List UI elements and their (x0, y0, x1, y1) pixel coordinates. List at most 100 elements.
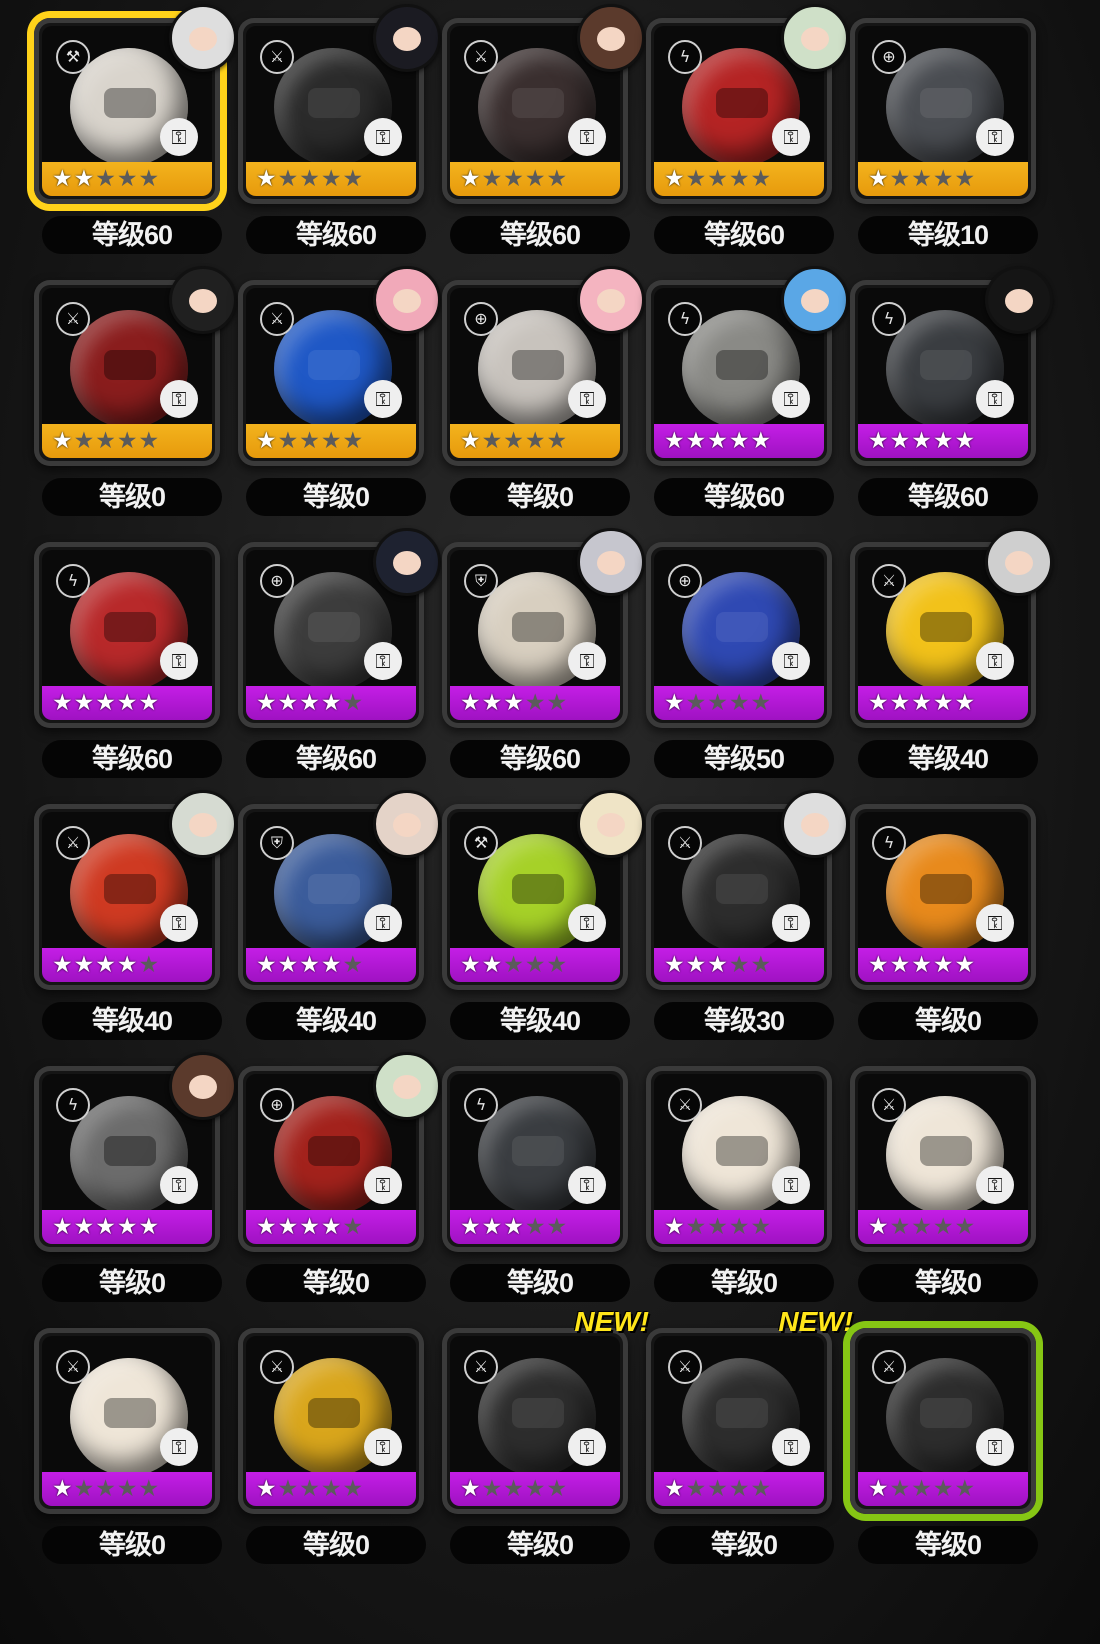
bangboo-card[interactable]: ★★★★★ ϟ ⚿ 等级60 (838, 266, 1053, 545)
crossed-swords-icon: ⚔ (872, 1088, 906, 1122)
bangboo-card[interactable]: ★★★★★ ⚔ ⚿ 等级60 (226, 4, 441, 283)
bangboo-card[interactable]: ★★★★★ ⚔ ⚿ 等级0 (226, 1318, 439, 1593)
bangboo-card[interactable]: ★★★★★ ⚔ ⚿ 等级0 (22, 1318, 235, 1593)
level-label: 等级0 (450, 1526, 630, 1564)
lock-icon: ⚿ (976, 1428, 1014, 1466)
star-filled-icon: ★ (52, 166, 74, 192)
card-frame[interactable]: ★★★★★ ⚔ ⚿ (442, 1328, 628, 1514)
bangboo-card[interactable]: ★★★★★ ϟ ⚿ 等级60 (634, 4, 849, 283)
bangboo-card[interactable]: ★★★★★ ϟ ⚿ 等级60 (22, 532, 235, 807)
card-frame[interactable]: ★★★★★ ⚔ ⚿ (646, 1066, 832, 1252)
star-empty-icon: ★ (524, 952, 547, 978)
bangboo-card[interactable]: ★★★★★ ⊕ ⚿ 等级0 (226, 1052, 441, 1331)
bangboo-card[interactable]: ★★★★★ ⚒ ⚿ 等级60 (22, 4, 237, 283)
bangboo-card[interactable]: ★★★★★ ⚔ ⚿ 等级0 (226, 266, 441, 545)
star-filled-icon: ★ (256, 1476, 278, 1502)
lock-icon: ⚿ (160, 1166, 198, 1204)
bangboo-card[interactable]: ★★★★★ ϟ ⚿ 等级0 (838, 794, 1051, 1069)
rarity-strip: ★★★★★ (858, 686, 1028, 720)
star-empty-icon: ★ (932, 1476, 955, 1502)
card-frame[interactable]: ★★★★★ ϟ ⚿ (34, 542, 220, 728)
bangboo-card[interactable]: ★★★★★ ⚔ ⚿ 等级60 (430, 4, 645, 283)
lock-icon: ⚿ (976, 904, 1014, 942)
crosshair-icon: ⊕ (668, 564, 702, 598)
star-empty-icon: ★ (954, 166, 977, 192)
level-label: 等级0 (42, 1526, 222, 1564)
bangboo-card[interactable]: ★★★★★ ⊕ ⚿ 等级60 (226, 528, 441, 807)
bangboo-card[interactable]: ★★★★★ ⚔ ⚿ 等级40 (838, 528, 1053, 807)
rarity-strip: ★★★★★ (246, 1210, 416, 1244)
rarity-strip: ★★★★★ (246, 424, 416, 458)
bangboo-card[interactable]: ★★★★★ ϟ ⚿ 等级60 (634, 266, 849, 545)
star-empty-icon: ★ (73, 1476, 96, 1502)
star-empty-icon: ★ (342, 428, 365, 454)
card-portrait: ★★★★★ ⊕ ⚿ (858, 26, 1028, 196)
rarity-strip: ★★★★★ (858, 162, 1028, 196)
bangboo-card[interactable]: ★★★★★ ⚔ ⚿ 等级0 (838, 1056, 1051, 1331)
star-empty-icon: ★ (299, 166, 321, 192)
star-filled-icon: ★ (52, 952, 74, 978)
bangboo-card[interactable]: ★★★★★ ⊕ ⚿ 等级50 (634, 532, 847, 807)
star-filled-icon: ★ (954, 690, 977, 716)
card-frame[interactable]: ★★★★★ ⊕ ⚿ (646, 542, 832, 728)
star-empty-icon: ★ (728, 690, 751, 716)
star-filled-icon: ★ (503, 1214, 525, 1240)
star-filled-icon: ★ (73, 166, 96, 192)
card-frame[interactable]: ★★★★★ ⚔ ⚿ (238, 1328, 424, 1514)
crossed-swords-icon: ⚔ (260, 302, 294, 336)
rarity-strip: ★★★★★ (450, 1472, 620, 1506)
level-label: 等级60 (654, 216, 834, 254)
crossed-swords-icon: ⚔ (56, 1350, 90, 1384)
level-label: 等级40 (246, 1002, 426, 1040)
bangboo-card[interactable]: ★★★★★ ⛨ ⚿ 等级60 (430, 528, 645, 807)
bangboo-card[interactable]: ★★★★★ ⚔ ⚿ 等级0 (838, 1318, 1051, 1593)
bangboo-card[interactable]: ★★★★★ ⚔ ⚿ 等级30 (634, 790, 849, 1069)
star-rating: ★★★★★ (460, 428, 568, 454)
star-filled-icon: ★ (868, 690, 890, 716)
card-frame[interactable]: ★★★★★ ϟ ⚿ (442, 1066, 628, 1252)
star-empty-icon: ★ (299, 1476, 321, 1502)
star-filled-icon: ★ (685, 428, 708, 454)
bangboo-card[interactable]: ★★★★★ ⊕ ⚿ 等级0 (430, 266, 645, 545)
star-rating: ★★★★★ (664, 952, 772, 978)
crosshair-icon: ⊕ (260, 564, 294, 598)
bangboo-card[interactable]: ★★★★★ ⚒ ⚿ 等级40 (430, 790, 645, 1069)
star-filled-icon: ★ (277, 1214, 300, 1240)
bangboo-card[interactable]: ★★★★★ ⚔ ⚿ NEW! 等级0 (430, 1306, 649, 1593)
bangboo-card[interactable]: ★★★★★ ⚔ ⚿ 等级0 (634, 1056, 847, 1331)
bangboo-card[interactable]: ★★★★★ ⚔ ⚿ NEW! 等级0 (634, 1306, 853, 1593)
level-label: 等级40 (42, 1002, 222, 1040)
star-filled-icon: ★ (299, 952, 321, 978)
star-filled-icon: ★ (95, 1214, 117, 1240)
bangboo-card-grid: ★★★★★ ⚒ ⚿ 等级60 ★★★★★ ⚔ ⚿ 等级60 ★★★★★ ⚔ ⚿ 等级60 ★★★★★ ϟ ⚿… (0, 0, 1100, 1644)
bolt-icon: ϟ (56, 564, 90, 598)
rarity-strip: ★★★★★ (450, 424, 620, 458)
card-frame[interactable]: ★★★★★ ⚔ ⚿ (850, 1328, 1036, 1514)
card-frame[interactable]: ★★★★★ ⊕ ⚿ (850, 18, 1036, 204)
bangboo-card[interactable]: ★★★★★ ϟ ⚿ 等级0 (430, 1056, 643, 1331)
card-frame[interactable]: ★★★★★ ϟ ⚿ (850, 804, 1036, 990)
star-empty-icon: ★ (503, 428, 525, 454)
card-portrait: ★★★★★ ⊕ ⚿ (654, 550, 824, 720)
bangboo-card[interactable]: ★★★★★ ϟ ⚿ 等级0 (22, 1052, 237, 1331)
level-label: 等级40 (450, 1002, 630, 1040)
level-label: 等级0 (858, 1264, 1038, 1302)
shield-icon: ⛨ (260, 826, 294, 860)
bangboo-card[interactable]: ★★★★★ ⊕ ⚿ 等级10 (838, 8, 1051, 283)
lock-icon: ⚿ (976, 118, 1014, 156)
star-rating: ★★★★★ (868, 952, 976, 978)
star-filled-icon: ★ (932, 428, 955, 454)
star-filled-icon: ★ (503, 690, 525, 716)
card-frame[interactable]: ★★★★★ ⚔ ⚿ (850, 1066, 1036, 1252)
star-rating: ★★★★★ (868, 166, 976, 192)
star-empty-icon: ★ (546, 428, 569, 454)
bangboo-card[interactable]: ★★★★★ ⚔ ⚿ 等级0 (22, 266, 237, 545)
bolt-icon: ϟ (872, 302, 906, 336)
bangboo-card[interactable]: ★★★★★ ⚔ ⚿ 等级40 (22, 790, 237, 1069)
star-rating: ★★★★★ (460, 166, 568, 192)
card-frame[interactable]: ★★★★★ ⚔ ⚿ (34, 1328, 220, 1514)
card-frame[interactable]: ★★★★★ ⚔ ⚿ (646, 1328, 832, 1514)
star-empty-icon: ★ (685, 690, 708, 716)
bangboo-card[interactable]: ★★★★★ ⛨ ⚿ 等级40 (226, 790, 441, 1069)
star-filled-icon: ★ (460, 690, 482, 716)
